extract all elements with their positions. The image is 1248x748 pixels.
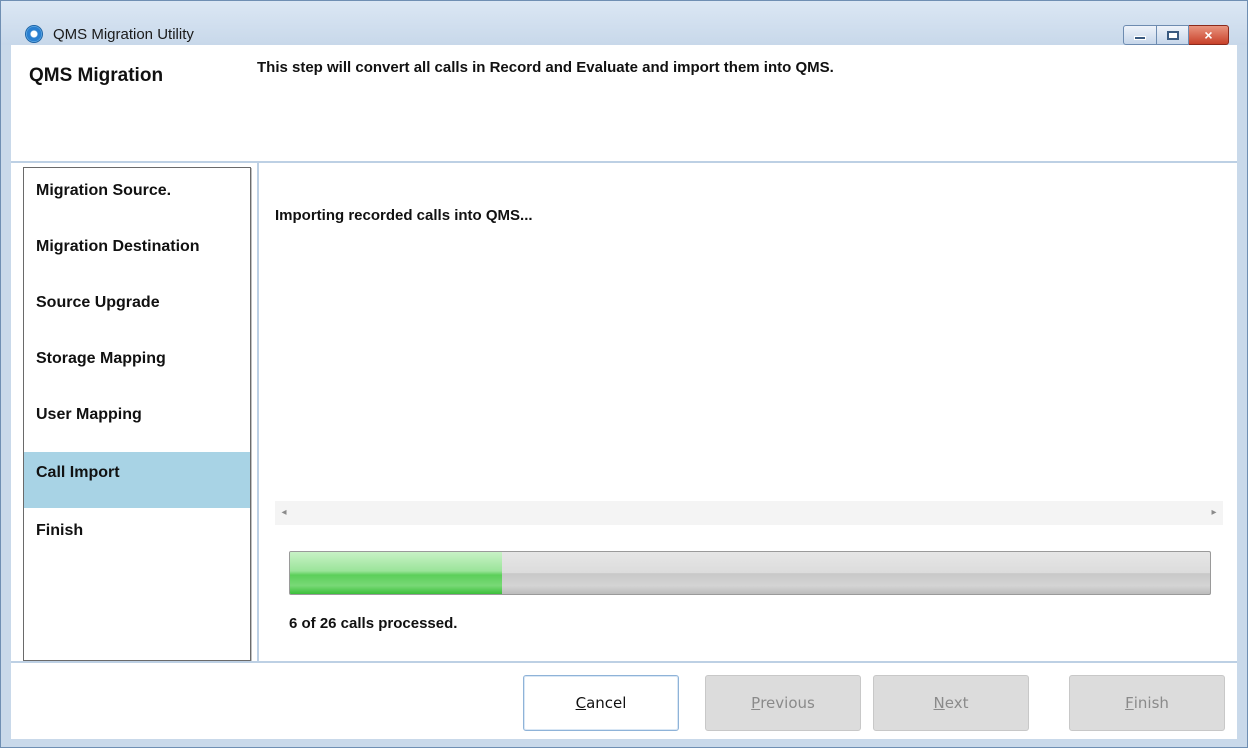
step-content: Importing recorded calls into QMS... ◂ ▸… [259,163,1237,661]
progress-caption: 6 of 26 calls processed. [289,615,458,632]
scroll-left-icon[interactable]: ◂ [277,505,291,521]
previous-access-key: P [751,694,761,712]
wizard-body: Migration Source. Migration Destination … [11,161,1237,661]
sidebar-item-call-import[interactable]: Call Import [24,452,250,508]
next-label: ext [944,694,969,712]
sidebar-item-label: Finish [36,522,84,539]
cancel-button[interactable]: Cancel [523,675,679,731]
minimize-button[interactable] [1123,25,1157,45]
minimize-icon [1134,36,1146,40]
sidebar-item-user-mapping[interactable]: User Mapping [24,392,250,448]
import-status-text: Importing recorded calls into QMS... [275,207,533,224]
maximize-icon [1166,30,1179,40]
sidebar-item-source-upgrade[interactable]: Source Upgrade [24,280,250,336]
maximize-button[interactable] [1157,25,1189,45]
sidebar-item-label: Storage Mapping [36,350,166,367]
finish-label: inish [1133,694,1169,712]
sidebar-item-finish[interactable]: Finish [24,508,250,564]
sidebar-item-label: Migration Destination [36,238,200,255]
sidebar-item-storage-mapping[interactable]: Storage Mapping [24,336,250,392]
sidebar-item-label: User Mapping [36,406,142,423]
previous-button[interactable]: Previous [705,675,861,731]
horizontal-scrollbar[interactable]: ◂ ▸ [275,501,1223,525]
sidebar-item-label: Migration Source. [36,182,172,199]
title-bar[interactable]: QMS Migration Utility × [1,1,1247,45]
window-controls: × [1123,25,1229,45]
sidebar-item-migration-destination[interactable]: Migration Destination [24,224,250,280]
page-title: QMS Migration [29,65,164,86]
sidebar-item-label: Source Upgrade [36,294,160,311]
sidebar-item-migration-source[interactable]: Migration Source. [24,168,250,224]
cancel-access-key: C [575,694,587,712]
import-progress-bar [289,551,1211,595]
finish-button[interactable]: Finish [1069,675,1225,731]
next-access-key: N [933,694,945,712]
wizard-header: QMS Migration This step will convert all… [11,45,1237,161]
app-logo-icon [25,25,43,43]
scroll-right-icon[interactable]: ▸ [1207,505,1221,521]
sidebar-item-label: Call Import [36,464,120,481]
window-title: QMS Migration Utility [53,26,194,43]
close-icon: × [1204,27,1213,43]
finish-access-key: F [1125,694,1134,712]
wizard-footer: Cancel Previous Next Finish [11,661,1237,739]
close-button[interactable]: × [1189,25,1229,45]
cancel-label: ancel [586,694,627,712]
step-sidebar: Migration Source. Migration Destination … [23,167,251,661]
progress-fill [290,552,502,594]
app-window: QMS Migration Utility × QMS Migration Th… [0,0,1248,748]
previous-label: revious [760,694,815,712]
step-description: This step will convert all calls in Reco… [257,59,834,76]
next-button[interactable]: Next [873,675,1029,731]
